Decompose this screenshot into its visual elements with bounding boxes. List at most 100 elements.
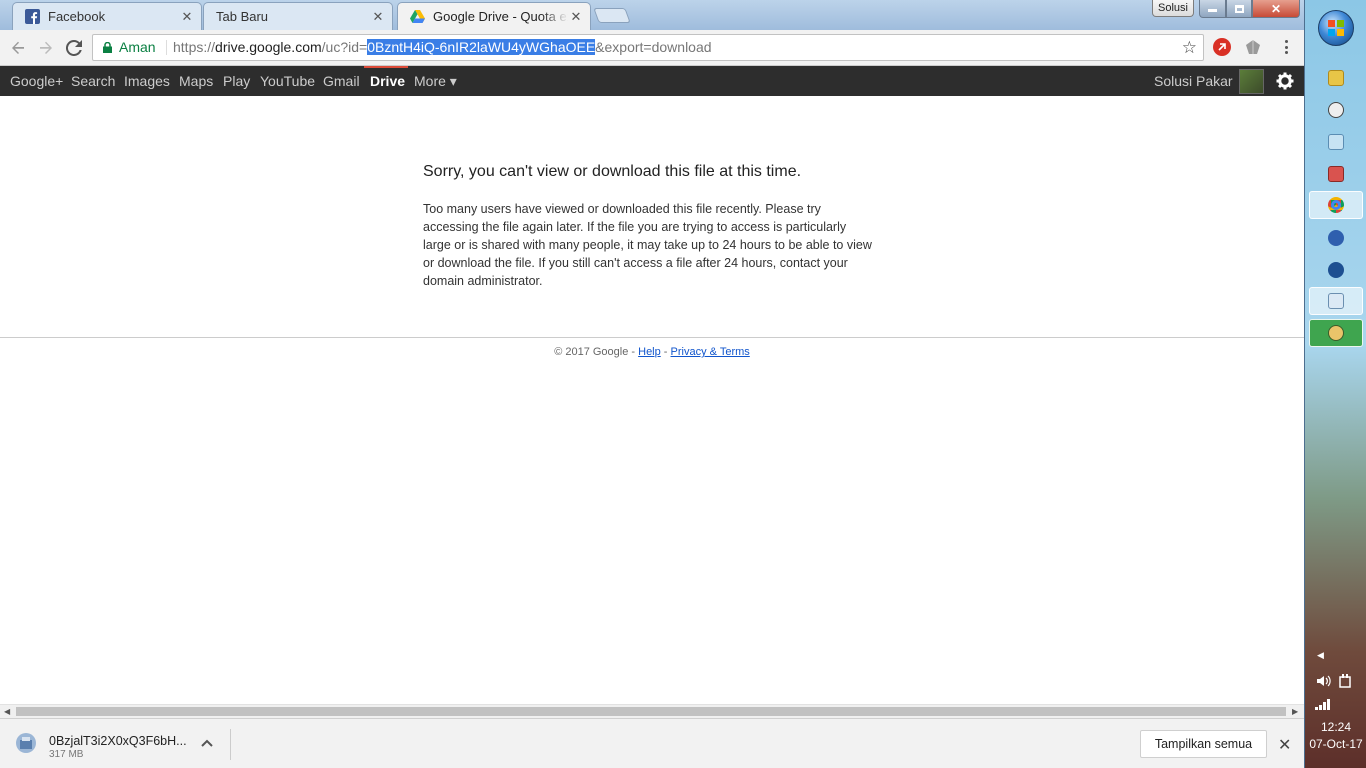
profile-button[interactable]: Solusi	[1152, 0, 1194, 17]
chrome-menu-icon[interactable]	[1278, 38, 1294, 56]
url-path: /uc?id=	[321, 39, 368, 55]
url-query: &export=download	[595, 39, 712, 55]
url-host: drive.google.com	[215, 39, 322, 55]
windows-taskbar: ◀ 12:24 07-Oct-17	[1304, 0, 1366, 768]
tab-title: Facebook	[48, 9, 106, 24]
privacy-terms-link[interactable]: Privacy & Terms	[671, 346, 750, 358]
gbar-link-youtube[interactable]: YouTube	[260, 66, 315, 96]
footer-copyright: © 2017 Google -	[554, 346, 639, 358]
new-tab-button[interactable]	[593, 8, 631, 23]
windows-logo-icon	[1328, 20, 1344, 36]
gbar-link-more[interactable]: More ▾	[414, 66, 457, 96]
gbar-link-drive[interactable]: Drive	[370, 66, 405, 96]
account-name[interactable]: Solusi Pakar	[1154, 66, 1233, 96]
tab-close-icon[interactable]: ✕	[179, 9, 195, 25]
taskbar-app[interactable]	[1309, 160, 1363, 188]
gbar-link-maps[interactable]: Maps	[179, 66, 213, 96]
tab-strip: Facebook ✕ Tab Baru ✕ Google Drive - Quo…	[0, 0, 1304, 30]
arrow-right-icon	[40, 41, 52, 54]
screen: Facebook ✕ Tab Baru ✕ Google Drive - Quo…	[0, 0, 1366, 768]
close-window-button[interactable]: ✕	[1252, 0, 1300, 18]
browser-icon	[1328, 262, 1344, 278]
volume-icon[interactable]	[1315, 673, 1331, 689]
taskbar-app[interactable]	[1309, 128, 1363, 156]
help-link[interactable]: Help	[638, 346, 661, 358]
minimize-button[interactable]	[1199, 0, 1226, 18]
minimize-icon	[1208, 9, 1217, 12]
file-icon[interactable]	[14, 731, 38, 755]
download-file-size: 317 MB	[49, 749, 84, 760]
divider	[166, 40, 167, 55]
reload-button[interactable]	[62, 36, 86, 60]
download-file-name[interactable]: 0BzjalT3i2X0xQ3F6bH...	[49, 734, 187, 748]
facebook-icon	[25, 9, 40, 24]
tab-close-icon[interactable]: ✕	[568, 9, 584, 25]
extension-icon[interactable]	[1244, 38, 1262, 56]
taskbar-app[interactable]	[1309, 256, 1363, 284]
forward-button[interactable]	[34, 36, 58, 60]
show-hidden-icons-icon[interactable]: ◀	[1317, 650, 1324, 661]
page-content: Sorry, you can't view or download this f…	[0, 96, 1304, 704]
page-footer: © 2017 Google - Help - Privacy & Terms	[0, 346, 1304, 358]
signal-icon[interactable]	[1315, 698, 1333, 710]
alien-icon	[1328, 102, 1344, 118]
start-button[interactable]	[1318, 10, 1354, 46]
gbar-link-gmail[interactable]: Gmail	[323, 66, 360, 96]
footer-separator: -	[660, 346, 671, 358]
browser-toolbar: Aman https://drive.google.com/uc?id=0Bzn…	[0, 30, 1304, 66]
url-selected-text: 0BzntH4iQ-6nIR2laWU4yWGhaOEE	[367, 39, 596, 55]
security-status[interactable]: Aman	[119, 35, 156, 60]
restore-icon	[1234, 4, 1244, 13]
reload-icon	[66, 40, 82, 56]
show-all-downloads-button[interactable]: Tampilkan semua	[1140, 730, 1267, 758]
close-icon[interactable]: ✕	[1278, 735, 1291, 755]
tab-title: Tab Baru	[216, 9, 269, 24]
scroll-left-icon[interactable]: ◀	[4, 707, 10, 716]
horizontal-scrollbar[interactable]: ◀ ▶	[0, 704, 1304, 718]
gbar-link-google-plus[interactable]: Google+	[10, 66, 63, 96]
restore-button[interactable]	[1226, 0, 1252, 18]
network-icon	[1328, 230, 1344, 246]
taskbar-chrome[interactable]	[1309, 191, 1363, 219]
arrow-left-icon	[12, 41, 24, 54]
url-text[interactable]: https://drive.google.com/uc?id=0BzntH4iQ…	[173, 35, 712, 60]
tab-close-icon[interactable]: ✕	[370, 9, 386, 25]
gbar-link-search[interactable]: Search	[71, 66, 115, 96]
chrome-window: Facebook ✕ Tab Baru ✕ Google Drive - Quo…	[0, 0, 1304, 768]
clock-time[interactable]: 12:24	[1305, 720, 1366, 734]
chevron-up-icon[interactable]	[200, 737, 214, 749]
avatar[interactable]	[1239, 69, 1264, 94]
tab-google-drive[interactable]: Google Drive - Quota exceeded ✕	[397, 2, 591, 30]
tab-new-tab[interactable]: Tab Baru ✕	[203, 2, 393, 30]
power-icon[interactable]	[1339, 674, 1351, 688]
taskbar-app[interactable]	[1309, 224, 1363, 252]
back-button[interactable]	[6, 36, 30, 60]
close-icon: ✕	[1270, 1, 1282, 16]
address-bar[interactable]: Aman https://drive.google.com/uc?id=0Bzn…	[92, 34, 1204, 61]
error-title: Sorry, you can't view or download this f…	[423, 163, 802, 180]
notepad-icon	[1328, 293, 1344, 309]
divider	[0, 337, 1304, 338]
scroll-right-icon[interactable]: ▶	[1292, 707, 1298, 716]
books-icon	[1328, 166, 1344, 182]
url-scheme: https://	[173, 39, 216, 55]
clock-date[interactable]: 07-Oct-17	[1305, 737, 1366, 751]
folder-icon	[1328, 70, 1344, 86]
google-bar: Google+ Search Images Maps Play YouTube …	[0, 66, 1304, 96]
taskbar-explorer[interactable]	[1309, 64, 1363, 92]
google-drive-icon	[410, 9, 425, 24]
extension-icon[interactable]	[1213, 38, 1231, 56]
tab-title: Google Drive - Quota exceeded	[433, 9, 568, 24]
error-message: Too many users have viewed or downloaded…	[423, 202, 872, 288]
lock-icon	[103, 42, 112, 53]
tab-facebook[interactable]: Facebook ✕	[12, 2, 202, 30]
scrollbar-thumb[interactable]	[16, 707, 1286, 716]
taskbar-app[interactable]	[1309, 96, 1363, 124]
bookmark-star-icon[interactable]: ☆	[1182, 39, 1197, 56]
gear-icon[interactable]	[1276, 72, 1294, 90]
chrome-icon	[1328, 197, 1344, 213]
gbar-link-play[interactable]: Play	[223, 66, 250, 96]
taskbar-notepad[interactable]	[1309, 287, 1363, 315]
taskbar-app[interactable]	[1309, 319, 1363, 347]
gbar-link-images[interactable]: Images	[124, 66, 170, 96]
